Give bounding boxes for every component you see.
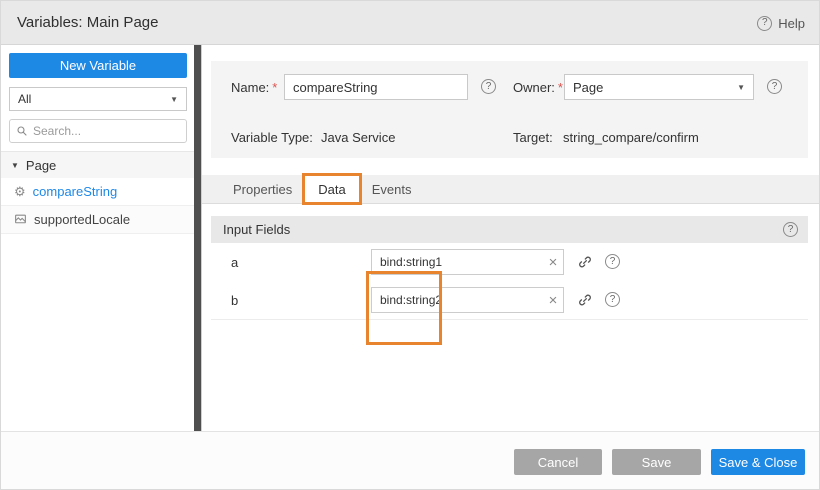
- main-panel: Name:* ? Owner:* Page ▼ ? Variable Type:…: [202, 45, 820, 431]
- help-label: Help: [778, 16, 805, 31]
- name-input[interactable]: [284, 74, 468, 100]
- sidebar: New Variable All ▼ ▼ Page ⚙ compareStrin…: [1, 45, 202, 431]
- input-field-row-a: a × ?: [211, 243, 808, 281]
- tree-group-label: Page: [26, 158, 56, 173]
- bind-value-input[interactable]: [372, 293, 543, 307]
- bind-value-input[interactable]: [372, 255, 543, 269]
- tab-data-label: Data: [318, 182, 345, 197]
- field-label: b: [231, 293, 238, 308]
- new-variable-button[interactable]: New Variable: [9, 53, 187, 78]
- tab-events[interactable]: Events: [359, 175, 425, 203]
- link-icon[interactable]: [577, 254, 593, 270]
- search-icon: [16, 125, 28, 137]
- owner-label: Owner:*: [513, 80, 563, 95]
- clear-icon[interactable]: ×: [543, 255, 563, 270]
- input-field-row-b: b × ?: [211, 281, 808, 319]
- cancel-button[interactable]: Cancel: [514, 449, 602, 475]
- field-label: a: [231, 255, 238, 270]
- search-box: [9, 119, 187, 143]
- tree-item-label: compareString: [33, 184, 118, 199]
- chevron-down-icon: ▼: [170, 95, 178, 104]
- sidebar-scrollbar[interactable]: [194, 45, 201, 431]
- variable-type-value: Java Service: [321, 130, 395, 145]
- input-fields-help-icon[interactable]: ?: [783, 222, 798, 237]
- save-button[interactable]: Save: [612, 449, 701, 475]
- variable-type-label: Variable Type:: [231, 130, 313, 145]
- required-marker: *: [558, 80, 563, 95]
- input-fields-rows: a × ? b: [211, 243, 808, 320]
- tree-item-comparestring[interactable]: ⚙ compareString: [1, 178, 195, 206]
- required-marker: *: [272, 80, 277, 95]
- owner-dropdown[interactable]: Page ▼: [564, 74, 754, 100]
- chevron-down-icon: ▼: [737, 83, 745, 92]
- gear-icon: ⚙: [14, 185, 26, 198]
- filter-selected-value: All: [18, 92, 31, 106]
- clear-icon[interactable]: ×: [543, 293, 563, 308]
- tab-properties[interactable]: Properties: [220, 175, 305, 203]
- screen-icon: [14, 213, 27, 226]
- owner-help-icon[interactable]: ?: [767, 79, 782, 94]
- variable-form: Name:* ? Owner:* Page ▼ ? Variable Type:…: [211, 61, 808, 158]
- target-label: Target:: [513, 130, 553, 145]
- tree-group-page[interactable]: ▼ Page: [1, 151, 195, 178]
- bind-input-b: ×: [371, 287, 564, 313]
- name-label-text: Name:: [231, 80, 269, 95]
- footer-buttons: Cancel Save Save & Close: [514, 449, 805, 475]
- save-and-close-button[interactable]: Save & Close: [711, 449, 805, 475]
- name-help-icon[interactable]: ?: [481, 79, 496, 94]
- help-button[interactable]: ? Help: [757, 1, 805, 45]
- variables-dialog: Variables: Main Page ? Help New Variable…: [0, 0, 820, 490]
- bind-input-a: ×: [371, 249, 564, 275]
- footer: Cancel Save Save & Close: [1, 431, 820, 490]
- name-label: Name:*: [231, 80, 277, 95]
- help-icon: ?: [757, 16, 772, 31]
- target-value: string_compare/confirm: [563, 130, 699, 145]
- page-title: Variables: Main Page: [17, 1, 158, 45]
- search-input[interactable]: [33, 124, 180, 138]
- variable-filter-dropdown[interactable]: All ▼: [9, 87, 187, 111]
- tree-item-supportedlocale[interactable]: supportedLocale: [1, 206, 195, 234]
- tree-item-label: supportedLocale: [34, 212, 130, 227]
- field-help-icon[interactable]: ?: [605, 292, 620, 307]
- tree-expand-icon: ▼: [11, 161, 19, 170]
- owner-selected-value: Page: [573, 80, 603, 95]
- input-fields-header: Input Fields ?: [211, 216, 808, 243]
- owner-label-text: Owner:: [513, 80, 555, 95]
- tab-data[interactable]: Data: [305, 175, 358, 203]
- field-help-icon[interactable]: ?: [605, 254, 620, 269]
- input-fields-title: Input Fields: [223, 222, 290, 237]
- header: Variables: Main Page ? Help: [1, 1, 820, 45]
- input-fields-panel: Input Fields ? a ×: [211, 216, 808, 320]
- tab-bar: Properties Data Events: [202, 175, 820, 204]
- link-icon[interactable]: [577, 292, 593, 308]
